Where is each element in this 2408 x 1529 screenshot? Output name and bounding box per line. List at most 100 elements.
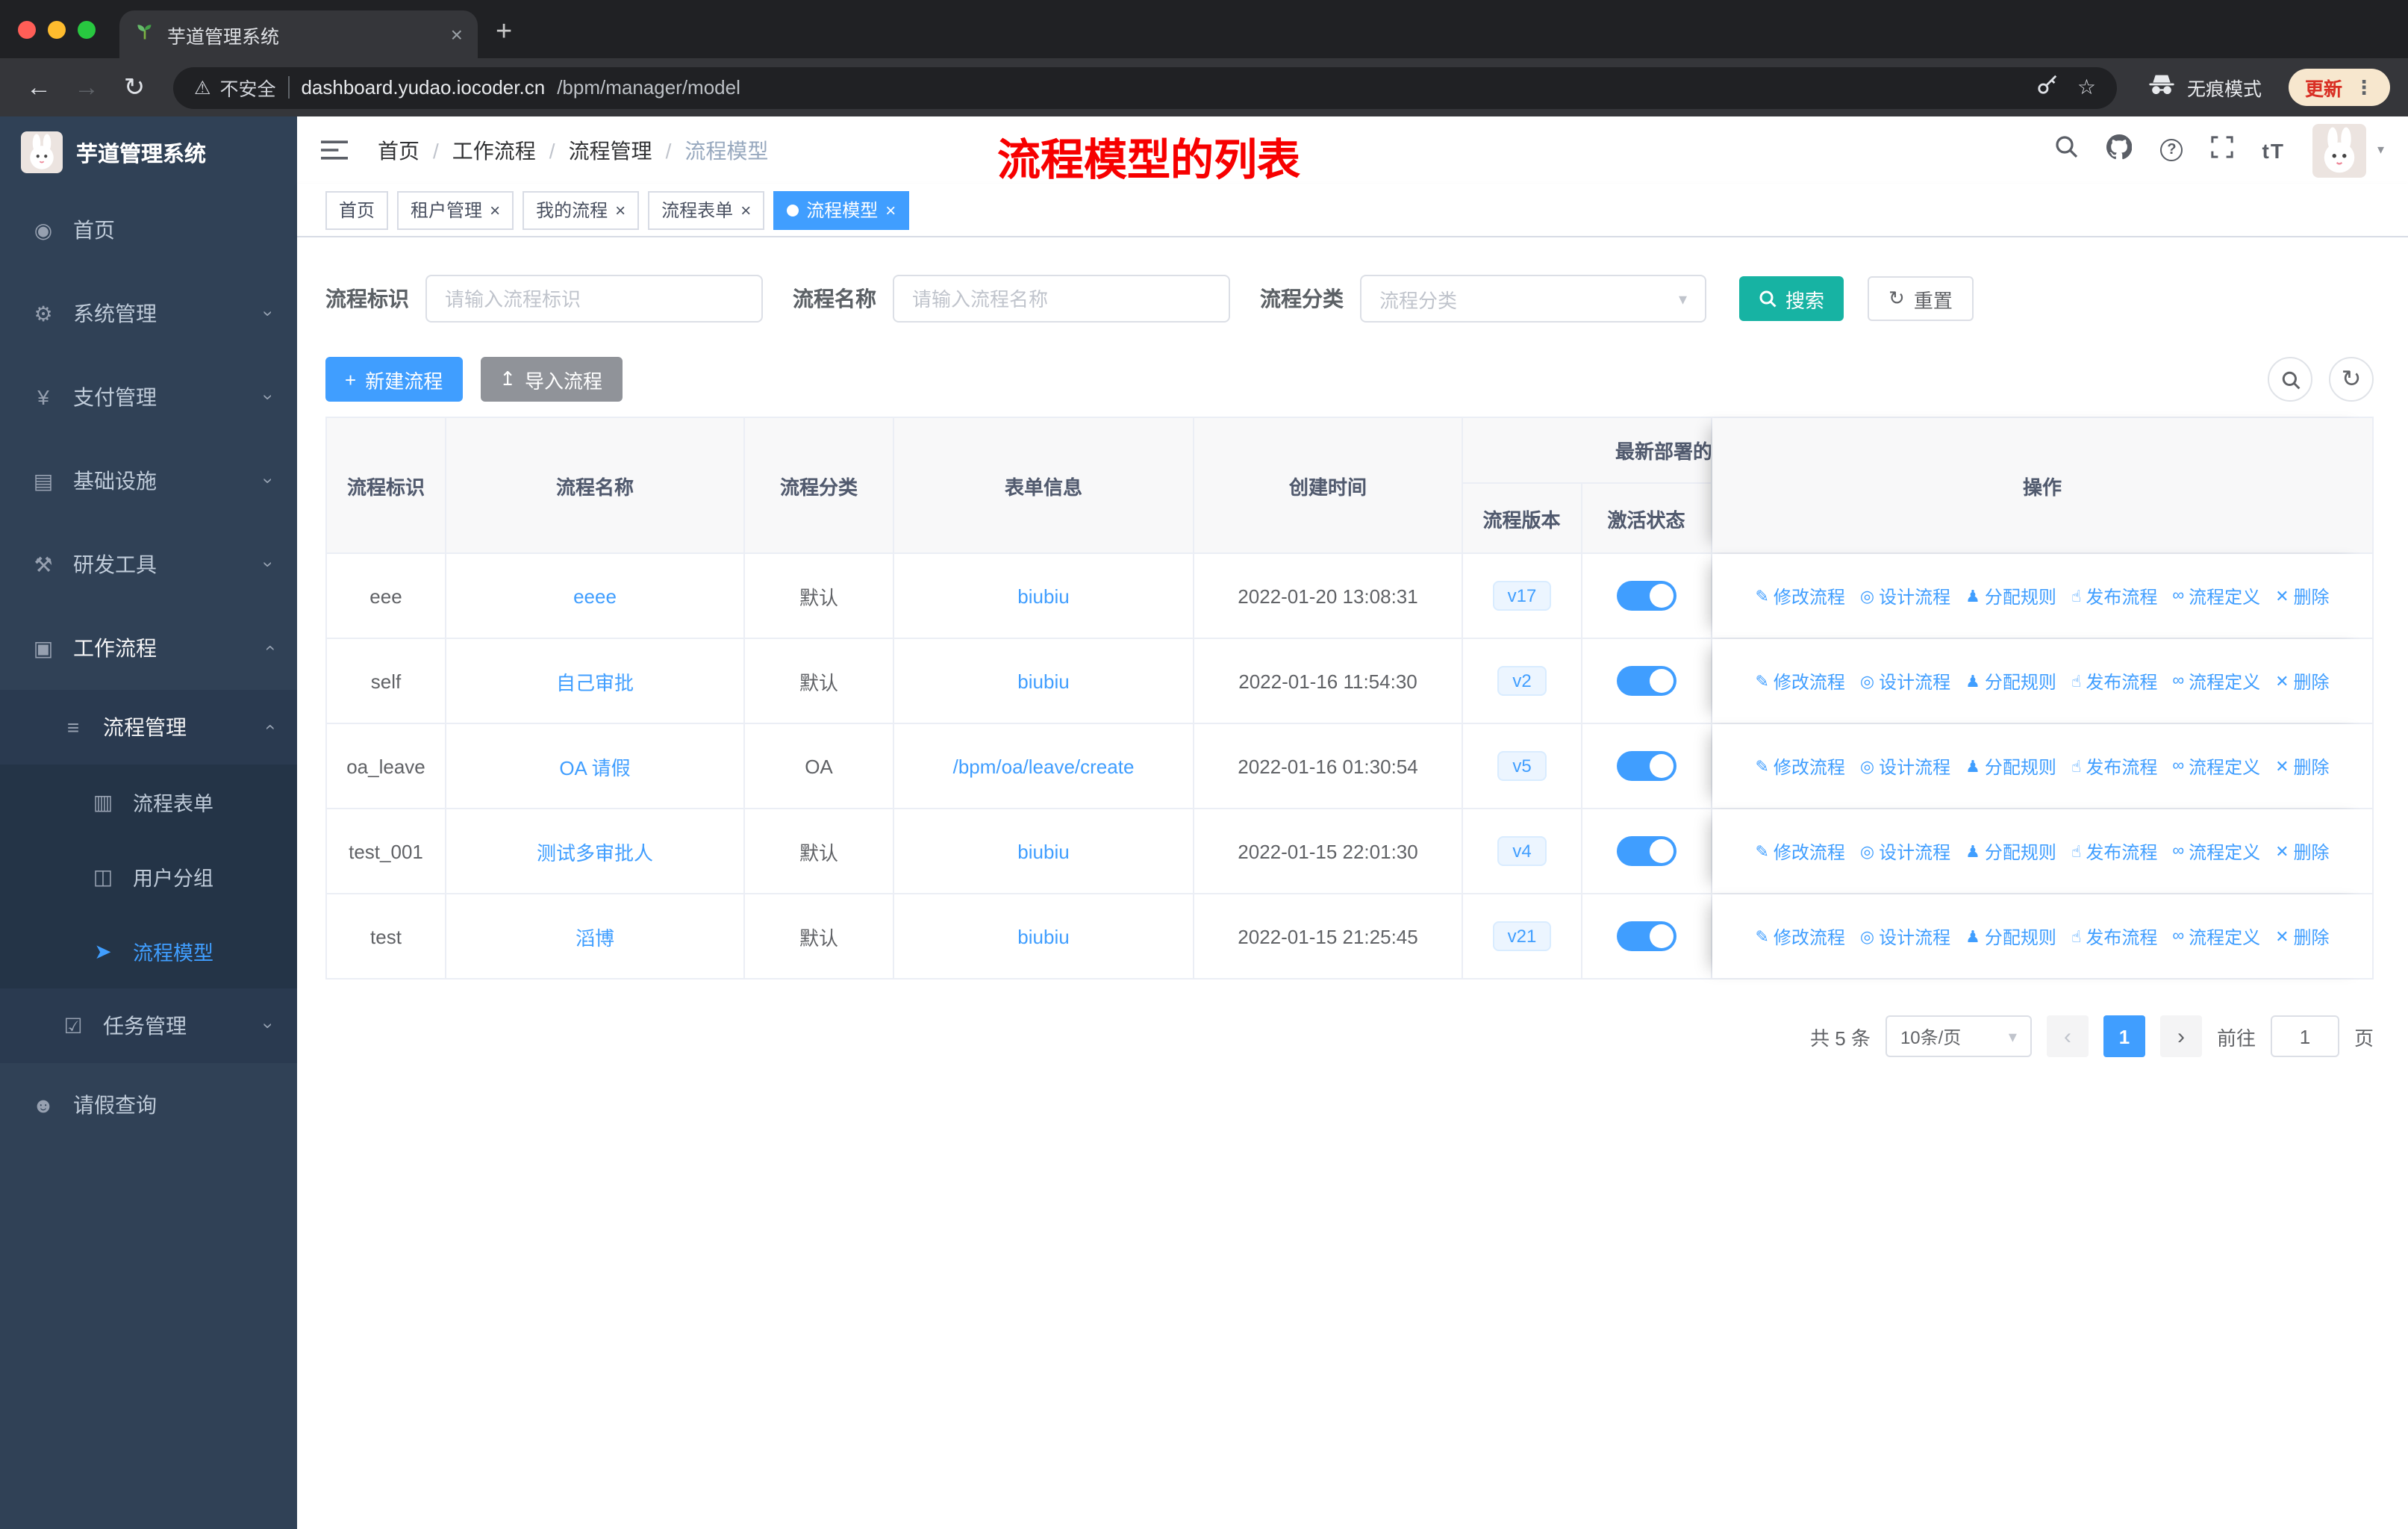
row-action-link[interactable]: ✎ 修改流程 <box>1755 668 1844 694</box>
sidebar-item-payment[interactable]: ¥ 支付管理 › <box>0 355 297 439</box>
sidebar-item-workflow[interactable]: ▣ 工作流程 › <box>0 606 297 690</box>
row-action-link[interactable]: ∞ 流程定义 <box>2172 668 2260 694</box>
row-action-link[interactable]: ✎ 修改流程 <box>1755 924 1844 949</box>
form-info-link[interactable]: biubiu <box>1017 585 1069 607</box>
active-toggle[interactable] <box>1617 836 1676 866</box>
tag-close-icon[interactable]: × <box>885 201 896 219</box>
tag-process-form[interactable]: 流程表单 × <box>648 190 765 229</box>
update-button[interactable]: 更新 ⋮ <box>2288 69 2390 106</box>
active-toggle[interactable] <box>1617 921 1676 951</box>
row-action-link[interactable]: ◎ 设计流程 <box>1860 583 1950 608</box>
sidebar-item-home[interactable]: ◉ 首页 <box>0 188 297 272</box>
current-page-button[interactable]: 1 <box>2103 1015 2145 1057</box>
row-action-link[interactable]: ♟ 分配规则 <box>1965 583 2056 608</box>
tag-close-icon[interactable]: × <box>740 201 751 219</box>
process-name-link[interactable]: OA 请假 <box>559 752 630 780</box>
form-info-link[interactable]: biubiu <box>1017 925 1069 947</box>
forward-icon[interactable]: → <box>66 72 107 102</box>
tab-close-icon[interactable]: × <box>451 24 463 45</box>
row-action-link[interactable]: ☝ 发布流程 <box>2071 838 2157 864</box>
page-size-select[interactable]: 10条/页 ▾ <box>1885 1015 2032 1057</box>
row-action-link[interactable]: ◎ 设计流程 <box>1860 668 1950 694</box>
row-action-link[interactable]: ◎ 设计流程 <box>1860 838 1950 864</box>
form-info-link[interactable]: /bpm/oa/leave/create <box>953 755 1135 777</box>
breadcrumb-item[interactable]: 流程管理 <box>569 135 652 165</box>
process-name-link[interactable]: 滔博 <box>576 922 614 950</box>
row-action-link[interactable]: ♟ 分配规则 <box>1965 924 2056 949</box>
row-action-link[interactable]: ∞ 流程定义 <box>2172 753 2260 779</box>
import-process-button[interactable]: ↥ 导入流程 <box>480 357 623 402</box>
font-size-icon[interactable]: tT <box>2262 138 2285 162</box>
create-process-button[interactable]: + 新建流程 <box>325 357 463 402</box>
category-select[interactable]: 流程分类 ▾ <box>1360 275 1706 323</box>
row-action-link[interactable]: ✕ 删除 <box>2275 753 2329 779</box>
active-toggle[interactable] <box>1617 751 1676 781</box>
goto-page-input[interactable] <box>2270 1015 2339 1057</box>
row-action-link[interactable]: ∞ 流程定义 <box>2172 583 2260 608</box>
tag-close-icon[interactable]: × <box>490 201 500 219</box>
row-action-link[interactable]: ☝ 发布流程 <box>2071 753 2157 779</box>
window-zoom-button[interactable] <box>78 20 96 38</box>
sidebar-item-infra[interactable]: ▤ 基础设施 › <box>0 439 297 523</box>
row-action-link[interactable]: ✎ 修改流程 <box>1755 583 1844 608</box>
row-action-link[interactable]: ◎ 设计流程 <box>1860 924 1950 949</box>
fullscreen-icon[interactable] <box>2211 135 2234 165</box>
window-minimize-button[interactable] <box>48 20 66 38</box>
process-name-link[interactable]: 测试多审批人 <box>537 837 653 865</box>
row-action-link[interactable]: ☝ 发布流程 <box>2071 924 2157 949</box>
active-toggle[interactable] <box>1617 666 1676 696</box>
form-info-link[interactable]: biubiu <box>1017 840 1069 862</box>
sidebar-item-process-mgmt[interactable]: ≡ 流程管理 › <box>0 690 297 764</box>
tag-close-icon[interactable]: × <box>615 201 626 219</box>
sidebar-item-devtools[interactable]: ⚒ 研发工具 › <box>0 523 297 606</box>
reset-button[interactable]: ↻ 重置 <box>1868 276 1974 321</box>
form-info-link[interactable]: biubiu <box>1017 670 1069 692</box>
row-action-link[interactable]: ♟ 分配规则 <box>1965 668 2056 694</box>
row-action-link[interactable]: ✕ 删除 <box>2275 924 2329 949</box>
back-icon[interactable]: ← <box>18 72 60 102</box>
sidebar-collapse-icon[interactable] <box>321 139 348 161</box>
sidebar-item-process-model[interactable]: ➤ 流程模型 <box>0 914 297 988</box>
row-action-link[interactable]: ☝ 发布流程 <box>2071 668 2157 694</box>
row-action-link[interactable]: ✎ 修改流程 <box>1755 838 1844 864</box>
process-name-input[interactable] <box>893 275 1230 323</box>
next-page-button[interactable]: › <box>2159 1015 2202 1057</box>
process-name-link[interactable]: eeee <box>573 585 617 607</box>
sidebar-item-system[interactable]: ⚙ 系统管理 › <box>0 272 297 355</box>
row-action-link[interactable]: ✕ 删除 <box>2275 583 2329 608</box>
process-key-input[interactable] <box>425 275 763 323</box>
row-action-link[interactable]: ✕ 删除 <box>2275 668 2329 694</box>
active-toggle[interactable] <box>1617 581 1676 611</box>
tag-tenant[interactable]: 租户管理 × <box>397 190 514 229</box>
browser-menu-icon[interactable]: ⋮ <box>2354 75 2374 99</box>
refresh-table-button[interactable]: ↻ <box>2329 357 2374 402</box>
sidebar-item-leave-query[interactable]: ☻ 请假查询 <box>0 1063 297 1147</box>
sidebar-item-task-mgmt[interactable]: ☑ 任务管理 › <box>0 988 297 1063</box>
row-action-link[interactable]: ☝ 发布流程 <box>2071 583 2157 608</box>
bookmark-star-icon[interactable]: ☆ <box>2077 75 2096 100</box>
row-action-link[interactable]: ◎ 设计流程 <box>1860 753 1950 779</box>
security-indicator[interactable]: ⚠ 不安全 <box>194 73 275 102</box>
breadcrumb-item[interactable]: 首页 <box>378 135 419 165</box>
process-name-link[interactable]: 自己审批 <box>556 667 634 695</box>
breadcrumb-item[interactable]: 工作流程 <box>452 135 536 165</box>
key-icon[interactable] <box>2037 72 2059 102</box>
user-avatar[interactable] <box>2312 123 2367 177</box>
row-action-link[interactable]: ✕ 删除 <box>2275 838 2329 864</box>
row-action-link[interactable]: ∞ 流程定义 <box>2172 838 2260 864</box>
sidebar-logo[interactable]: 芋道管理系统 <box>0 116 297 188</box>
address-bar[interactable]: ⚠ 不安全 dashboard.yudao.iocoder.cn/bpm/man… <box>173 66 2117 108</box>
toggle-search-button[interactable] <box>2268 357 2312 402</box>
row-action-link[interactable]: ♟ 分配规则 <box>1965 753 2056 779</box>
row-action-link[interactable]: ✎ 修改流程 <box>1755 753 1844 779</box>
sidebar-item-user-group[interactable]: ◫ 用户分组 <box>0 839 297 914</box>
search-button[interactable]: 搜索 <box>1739 276 1844 321</box>
tag-home[interactable]: 首页 <box>325 190 389 229</box>
window-close-button[interactable] <box>18 20 36 38</box>
github-icon[interactable] <box>2106 133 2133 166</box>
row-action-link[interactable]: ♟ 分配规则 <box>1965 838 2056 864</box>
tag-my-process[interactable]: 我的流程 × <box>523 190 640 229</box>
help-icon[interactable]: ? <box>2160 139 2183 161</box>
new-tab-button[interactable]: + <box>496 18 512 46</box>
row-action-link[interactable]: ∞ 流程定义 <box>2172 924 2260 949</box>
